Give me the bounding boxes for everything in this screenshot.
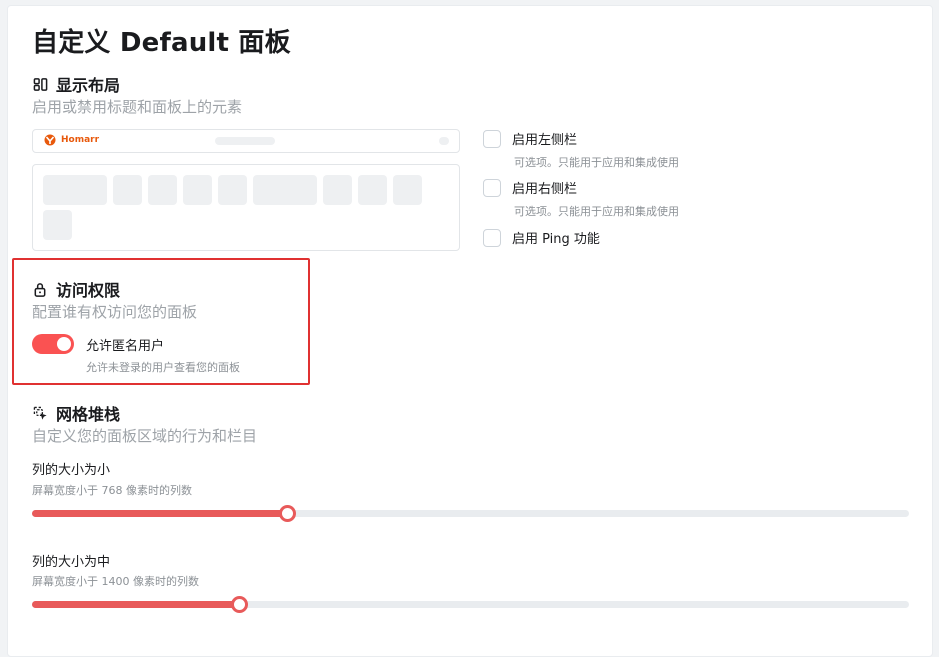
preview-tile [358, 175, 387, 205]
access-section-title: 访问权限 [56, 281, 121, 300]
left-sidebar-checkbox[interactable] [483, 129, 501, 148]
slider-thumb[interactable] [231, 596, 249, 613]
slider-fill [32, 510, 287, 517]
grid-cursor-icon [32, 405, 48, 421]
preview-tile [43, 210, 72, 240]
left-sidebar-option[interactable]: 启用左侧栏 [483, 129, 577, 148]
ping-option[interactable]: 启用 Ping 功能 [483, 228, 600, 247]
preview-tile [43, 175, 107, 205]
preview-tile [183, 175, 212, 205]
page-title: 自定义 Default 面板 [32, 28, 291, 58]
preview-search-placeholder [215, 137, 275, 145]
small-columns-label: 列的大小为小 [32, 463, 111, 478]
right-sidebar-label: 启用右侧栏 [512, 182, 578, 197]
anonymous-access-toggle[interactable] [32, 334, 74, 354]
ping-label: 启用 Ping 功能 [512, 232, 600, 247]
layout-preview-header: Homarr [32, 129, 460, 153]
preview-tile [323, 175, 352, 205]
homarr-logo-icon [44, 134, 56, 146]
grid-section-description: 自定义您的面板区域的行为和栏目 [32, 427, 258, 445]
layout-section-title: 显示布局 [56, 76, 121, 95]
layout-icon [32, 76, 48, 92]
anonymous-access-description: 允许未登录的用户查看您的面板 [86, 361, 240, 374]
right-sidebar-description: 可选项。只能用于应用和集成使用 [514, 205, 679, 218]
layout-preview-body [32, 164, 460, 251]
left-sidebar-label: 启用左侧栏 [512, 133, 578, 148]
preview-menu-placeholder [439, 137, 449, 145]
preview-tile [218, 175, 247, 205]
slider-thumb[interactable] [279, 505, 297, 522]
medium-columns-slider[interactable] [32, 596, 909, 613]
access-section-header: 访问权限 [32, 277, 120, 301]
left-sidebar-description: 可选项。只能用于应用和集成使用 [514, 156, 679, 169]
preview-tile [148, 175, 177, 205]
preview-logo-text: Homarr [61, 135, 100, 145]
preview-tile [113, 175, 142, 205]
toggle-knob [57, 337, 71, 351]
layout-section-header: 显示布局 [32, 72, 120, 96]
preview-tile [393, 175, 422, 205]
layout-section-description: 启用或禁用标题和面板上的元素 [32, 98, 243, 116]
medium-columns-description: 屏幕宽度小于 1400 像素时的列数 [32, 575, 199, 588]
preview-logo: Homarr [43, 134, 99, 146]
medium-columns-label: 列的大小为中 [32, 555, 111, 570]
right-sidebar-option[interactable]: 启用右侧栏 [483, 178, 577, 197]
settings-card: 自定义 Default 面板 显示布局 启用或禁用标题和面板上的元素 Homar… [7, 5, 933, 657]
ping-checkbox[interactable] [483, 228, 501, 247]
small-columns-description: 屏幕宽度小于 768 像素时的列数 [32, 484, 192, 497]
grid-section-header: 网格堆栈 [32, 401, 120, 425]
slider-fill [32, 601, 239, 608]
anonymous-access-label: 允许匿名用户 [86, 339, 165, 354]
right-sidebar-checkbox[interactable] [483, 178, 501, 197]
access-section-description: 配置谁有权访问您的面板 [32, 303, 198, 321]
small-columns-slider[interactable] [32, 505, 909, 522]
grid-section-title: 网格堆栈 [56, 405, 121, 424]
lock-icon [32, 281, 48, 297]
preview-tile [253, 175, 317, 205]
